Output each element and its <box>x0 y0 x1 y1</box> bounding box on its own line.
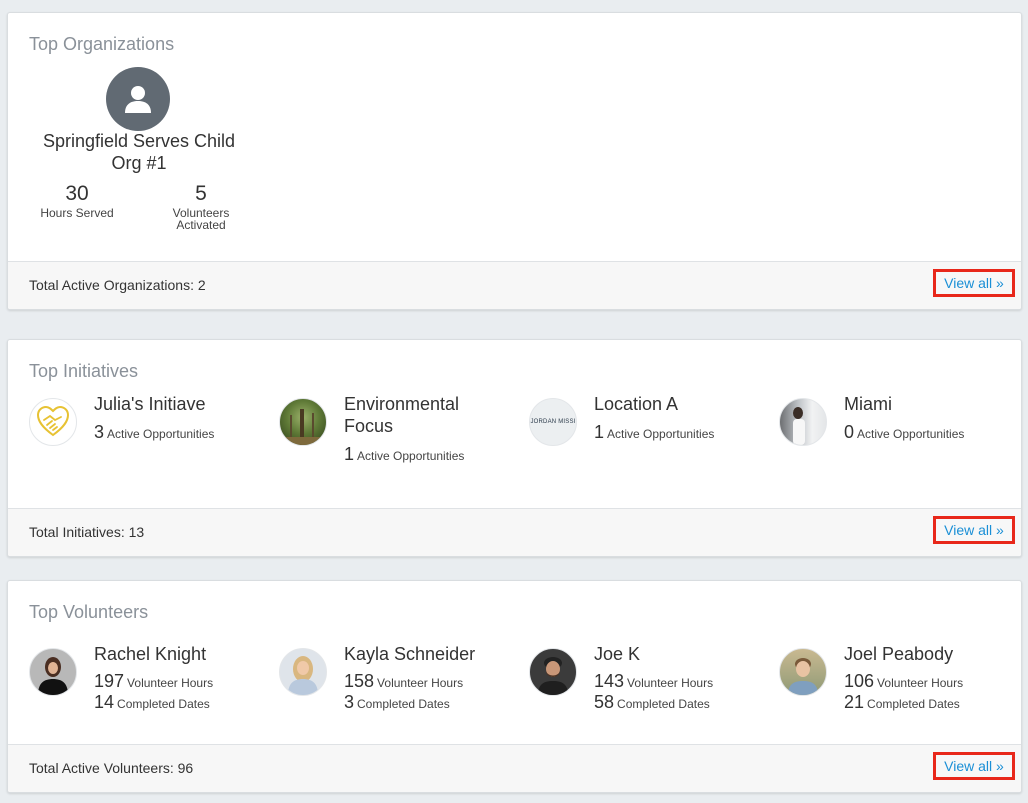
top-initiatives-card: Top Initiatives Julia's Initiave 3 Active… <box>7 339 1022 557</box>
dates-label: Completed Dates <box>617 697 710 711</box>
hours-count: 143 <box>594 671 625 691</box>
volunteer-item[interactable]: Rachel Knight 197 Volunteer Hours 14 Compl… <box>29 644 269 728</box>
top-volunteers-card: Top Volunteers Rachel Knight 197 Voluntee… <box>7 580 1022 793</box>
initiative-item[interactable]: Environmental Focus 1 Active Opportunitie… <box>279 394 519 478</box>
card-footer: Total Initiatives: 13 View all » <box>8 508 1021 556</box>
volunteers-activated-value: 5 <box>195 182 207 205</box>
volunteer-avatar <box>529 648 577 696</box>
organization-logo: JORDAN MISSI <box>529 398 577 446</box>
dates-label: Completed Dates <box>867 697 960 711</box>
opportunity-label: Active Opportunities <box>857 427 965 441</box>
volunteer-dates: 58 Completed Dates <box>594 692 710 713</box>
opportunity-count: 1 <box>594 422 605 442</box>
forest-photo <box>279 398 327 446</box>
initiative-opportunities: 1 Active Opportunities <box>594 422 714 443</box>
volunteer-hours: 158 Volunteer Hours <box>344 671 463 692</box>
volunteer-dates: 14 Completed Dates <box>94 692 210 713</box>
total-active-organizations: Total Active Organizations: 2 <box>29 277 206 293</box>
card-footer: Total Active Organizations: 2 View all » <box>8 261 1021 309</box>
volunteer-dates: 3 Completed Dates <box>344 692 450 713</box>
volunteer-name: Joe K <box>594 644 641 664</box>
initiative-opportunities: 0 Active Opportunities <box>844 422 964 443</box>
hours-served-stat: 30 Hours Served <box>22 181 132 219</box>
organization-name: Springfield Serves Child Org #1 <box>42 131 236 173</box>
hours-served-value: 30 <box>65 182 89 205</box>
initiative-name: Julia's Initiave <box>94 394 206 414</box>
card-title: Top Organizations <box>29 34 175 54</box>
volunteer-hours: 197 Volunteer Hours <box>94 671 213 692</box>
volunteer-name: Joel Peabody <box>844 644 954 664</box>
opportunity-label: Active Opportunities <box>107 427 215 441</box>
hours-count: 106 <box>844 671 875 691</box>
hours-label: Volunteer Hours <box>627 676 714 690</box>
hours-label: Volunteer Hours <box>877 676 964 690</box>
user-icon <box>106 67 170 131</box>
initiative-photo <box>779 398 827 446</box>
handshake-heart-icon <box>29 398 77 446</box>
volunteer-avatar <box>29 648 77 696</box>
dates-count: 3 <box>344 692 355 712</box>
volunteer-dates: 21 Completed Dates <box>844 692 960 713</box>
initiative-item[interactable]: Miami 0 Active Opportunities <box>779 394 1019 478</box>
hours-label: Volunteer Hours <box>127 676 214 690</box>
dates-count: 58 <box>594 692 615 712</box>
volunteer-avatar <box>779 648 827 696</box>
volunteer-item[interactable]: Joe K 143 Volunteer Hours 58 Completed Dat… <box>529 644 769 728</box>
total-initiatives: Total Initiatives: 13 <box>29 524 145 540</box>
hours-served-label: Hours Served <box>40 206 114 220</box>
initiative-opportunities: 3 Active Opportunities <box>94 422 214 443</box>
initiative-name: Miami <box>844 394 892 414</box>
initiative-item[interactable]: JORDAN MISSI Location A 1 Active Opportun… <box>529 394 769 478</box>
opportunity-count: 0 <box>844 422 855 442</box>
opportunity-count: 3 <box>94 422 105 442</box>
dates-label: Completed Dates <box>117 697 210 711</box>
volunteers-activated-label: Volunteers Activated <box>172 206 230 232</box>
dates-count: 14 <box>94 692 115 712</box>
volunteer-name: Kayla Schneider <box>344 644 476 664</box>
volunteer-name: Rachel Knight <box>94 644 207 664</box>
card-title: Top Initiatives <box>29 361 139 381</box>
initiative-item[interactable]: Julia's Initiave 3 Active Opportunities <box>29 394 269 478</box>
card-title: Top Volunteers <box>29 602 149 622</box>
hours-label: Volunteer Hours <box>377 676 464 690</box>
volunteer-avatar <box>279 648 327 696</box>
dates-label: Completed Dates <box>357 697 450 711</box>
total-active-volunteers: Total Active Volunteers: 96 <box>29 760 194 776</box>
view-all-volunteers-link[interactable]: View all » <box>933 752 1015 780</box>
initiative-name: Environmental Focus <box>344 394 460 436</box>
view-all-initiatives-link[interactable]: View all » <box>933 516 1015 544</box>
volunteers-activated-stat: 5 Volunteers Activated <box>146 181 256 231</box>
opportunity-label: Active Opportunities <box>357 449 465 463</box>
view-all-organizations-link[interactable]: View all » <box>933 269 1015 297</box>
volunteer-hours: 143 Volunteer Hours <box>594 671 713 692</box>
hours-count: 158 <box>344 671 375 691</box>
card-footer: Total Active Volunteers: 96 View all » <box>8 744 1021 792</box>
dates-count: 21 <box>844 692 865 712</box>
initiative-name: Location A <box>594 394 679 414</box>
opportunity-label: Active Opportunities <box>607 427 715 441</box>
initiative-opportunities: 1 Active Opportunities <box>344 444 464 465</box>
volunteer-hours: 106 Volunteer Hours <box>844 671 963 692</box>
opportunity-count: 1 <box>344 444 355 464</box>
volunteer-item[interactable]: Kayla Schneider 158 Volunteer Hours 3 Comp… <box>279 644 519 728</box>
top-organizations-card: Top Organizations Springfield Serves Chi… <box>7 12 1022 310</box>
hours-count: 197 <box>94 671 125 691</box>
volunteer-item[interactable]: Joel Peabody 106 Volunteer Hours 21 Comple… <box>779 644 1019 728</box>
